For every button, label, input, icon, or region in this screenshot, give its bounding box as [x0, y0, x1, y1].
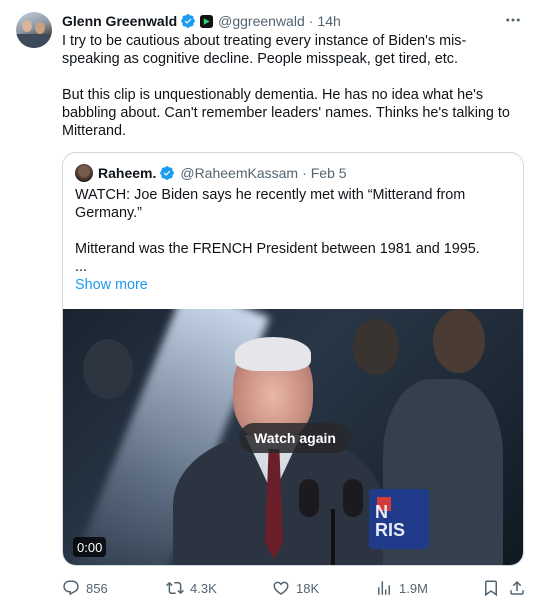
reply-button[interactable]: 856 [62, 578, 108, 598]
watch-again-button[interactable]: Watch again [239, 423, 351, 453]
speaker-hair [235, 337, 311, 371]
quoted-timestamp: Feb 5 [310, 165, 347, 181]
microphone [299, 479, 319, 517]
microphone-stand [331, 509, 335, 565]
sign-text: N RIS [375, 502, 406, 540]
quoted-author-avatar [75, 164, 93, 182]
quoted-line-2: Mitterand was the FRENCH President betwe… [75, 241, 480, 257]
like-button[interactable]: 18K [272, 578, 319, 598]
quoted-tweet-text: WATCH: Joe Biden says he recently met wi… [75, 186, 511, 276]
crowd-figure [83, 339, 133, 399]
tweet-paragraph-1: I try to be cautious about treating ever… [62, 33, 467, 67]
quoted-verified-badge-icon [160, 166, 175, 180]
like-count: 18K [296, 580, 320, 596]
bookmark-icon [485, 580, 497, 597]
tweet-timestamp[interactable]: 14h [317, 13, 340, 29]
avatar-person-2 [35, 22, 45, 34]
show-more-link[interactable]: Show more [75, 277, 148, 293]
author-name[interactable]: Glenn Greenwald [62, 13, 177, 29]
quoted-tweet[interactable]: Raheem. @RaheemKassam · Feb 5 WATCH: Joe… [62, 152, 524, 566]
quoted-tweet-header: Raheem. @RaheemKassam · Feb 5 [75, 164, 347, 182]
quoted-author-name: Raheem. [98, 165, 157, 181]
affiliate-badge-icon[interactable] [200, 14, 214, 28]
author-handle[interactable]: @ggreenwald [218, 13, 305, 29]
microphone [343, 479, 363, 517]
crowd-figure [353, 319, 399, 375]
repost-icon [166, 581, 184, 595]
quoted-separator-dot: · [302, 165, 307, 181]
views-button[interactable]: 1.9M [375, 578, 428, 598]
repost-count: 4.3K [190, 580, 217, 596]
tweet-header: Glenn Greenwald @ggreenwald · 14h [62, 11, 519, 31]
video-player[interactable]: N RIS Watch again 0:00 [63, 309, 523, 565]
video-timestamp: 0:00 [73, 537, 107, 557]
quoted-author-handle: @RaheemKassam [180, 165, 299, 181]
avatar-person-1 [22, 20, 32, 32]
views-count: 1.9M [399, 580, 428, 596]
verified-badge-icon[interactable] [180, 13, 196, 29]
separator-dot: · [308, 13, 314, 29]
share-button[interactable] [508, 578, 532, 598]
quoted-line-1: WATCH: Joe Biden says he recently met wi… [75, 187, 466, 221]
crowd-figure [433, 309, 485, 373]
reply-count: 856 [86, 580, 108, 596]
tweet-paragraph-2: But this clip is unquestionably dementia… [62, 87, 510, 139]
views-chart-icon [378, 581, 390, 595]
author-avatar[interactable] [16, 12, 52, 48]
tweet-text: I try to be cautious about treating ever… [62, 32, 522, 140]
action-bar: 856 4.3K 18K 1.9M [62, 578, 527, 598]
campaign-sign: N RIS [369, 489, 429, 549]
reply-icon [63, 580, 79, 596]
bookmark-button[interactable] [482, 578, 506, 598]
quoted-line-3: ... [75, 259, 87, 275]
repost-button[interactable]: 4.3K [166, 578, 217, 598]
heart-icon [273, 581, 289, 595]
share-icon [510, 580, 524, 595]
avatar-background [16, 34, 52, 48]
more-options-icon[interactable] [503, 10, 523, 30]
